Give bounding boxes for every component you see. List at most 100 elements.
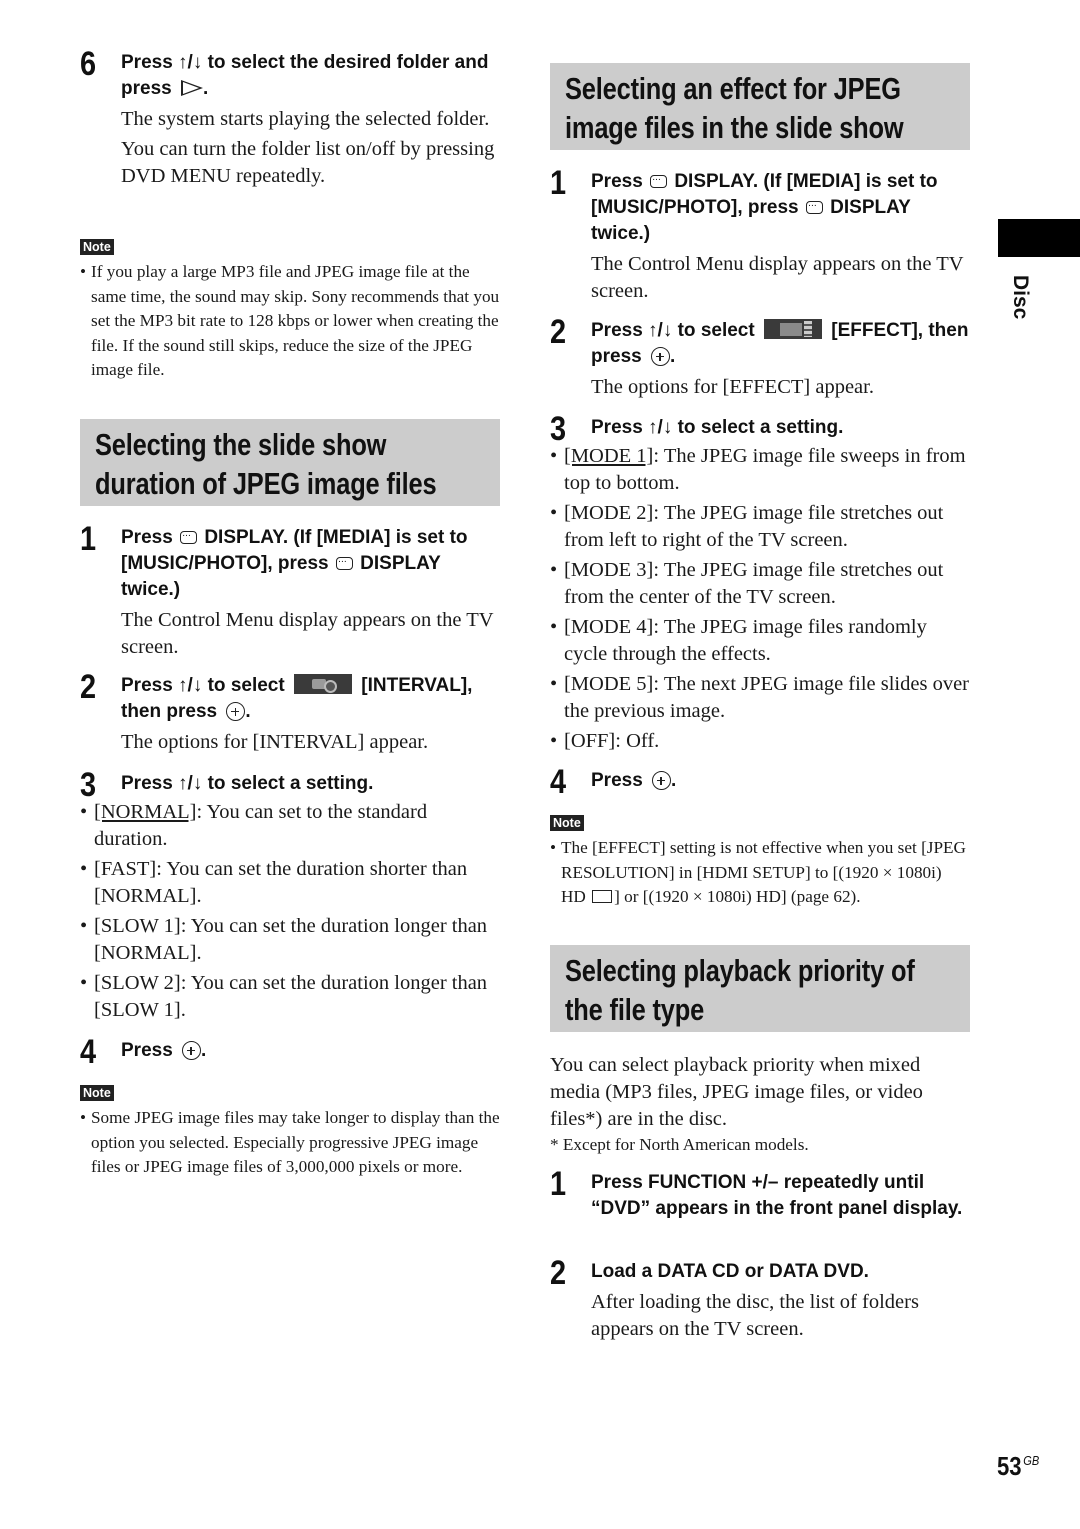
bullet: • — [550, 730, 558, 752]
paragraph: After loading the disc, the list of fold… — [591, 1291, 919, 1340]
step-number: 4 — [550, 763, 567, 801]
display-button-icon — [805, 193, 823, 219]
note-badge: Note — [80, 239, 114, 255]
option-label: [MODE 5] — [564, 673, 654, 695]
step-2: 2 Press ↑/↓ to select [EFFECT], then pre… — [550, 313, 970, 404]
step-title: Press . — [591, 768, 970, 794]
interval-options-list: • [NORMAL]: You can set to the standard d… — [80, 799, 500, 1024]
note-body: If you play a large MP3 file and JPEG im… — [91, 262, 500, 379]
step-body: The options for [EFFECT] appear. — [591, 374, 970, 401]
page-number-value: 53 — [997, 1451, 1022, 1481]
note-text: • Some JPEG image files may take longer t… — [80, 1106, 500, 1180]
text: . — [201, 1040, 207, 1061]
paragraph: The Control Menu display appears on the … — [591, 253, 964, 302]
option-item: • [NORMAL]: You can set to the standard d… — [80, 799, 500, 853]
section-title: Selecting an effect for JPEG image files… — [565, 71, 904, 145]
option-item: • [MODE 4]: The JPEG image files randomly… — [550, 614, 970, 668]
option-item: • [MODE 3]: The JPEG image file stretches… — [550, 557, 970, 611]
option-label: [OFF] — [564, 730, 616, 752]
note-text: • The [EFFECT] setting is not effective w… — [550, 836, 970, 910]
text: Press — [121, 773, 179, 794]
step-number: 2 — [550, 1254, 567, 1292]
text: Press — [591, 171, 649, 192]
bullet: • — [550, 445, 558, 467]
chapter-tab-marker — [998, 219, 1080, 257]
text: . — [669, 346, 676, 367]
option-label: [MODE 2] — [564, 502, 654, 524]
step-title: Press . — [121, 1038, 500, 1064]
up-down-arrow-icon: ↑/↓ — [178, 675, 203, 696]
paragraph: The options for [EFFECT] appear. — [591, 376, 874, 398]
step-2: 2 Load a DATA CD or DATA DVD. After load… — [550, 1254, 970, 1346]
aspect-ratio-box-icon — [592, 890, 613, 903]
option-item: • [FAST]: You can set the duration shorte… — [80, 856, 500, 910]
option-label: [MODE 3] — [564, 559, 654, 581]
bullet: • — [550, 673, 558, 695]
display-button-icon — [650, 167, 668, 193]
option-label-default: [NORMAL] — [94, 801, 197, 823]
step-4: 4 Press . — [80, 1033, 500, 1071]
section-title: Selecting the slide show duration of JPE… — [95, 427, 437, 501]
step-body: The options for [INTERVAL] appear. — [121, 729, 500, 756]
note-text: • If you play a large MP3 file and JPEG i… — [80, 260, 500, 383]
option-item: • [SLOW 2]: You can set the duration long… — [80, 970, 500, 1024]
page-suffix: GB — [1023, 1453, 1040, 1468]
paragraph: You can turn the folder list on/off by p… — [121, 138, 495, 187]
option-item: • [MODE 2]: The JPEG image file stretches… — [550, 500, 970, 554]
step-body: The Control Menu display appears on the … — [591, 251, 970, 305]
step-4: 4 Press . — [550, 763, 970, 801]
section-heading-slide-show-duration: Selecting the slide show duration of JPE… — [80, 419, 500, 506]
bullet: • — [80, 801, 88, 823]
display-button-icon — [180, 523, 198, 549]
text: to select a setting. — [672, 417, 844, 438]
text: . — [245, 701, 251, 722]
bullet: • — [80, 858, 88, 880]
interval-menu-icon — [293, 674, 352, 694]
chapter-label: Disc — [1009, 275, 1032, 320]
step-number: 1 — [80, 520, 97, 558]
section-title: Selecting playback priority of the file … — [565, 953, 915, 1027]
note-1: Note • If you play a large MP3 file and J… — [80, 238, 500, 383]
text: . — [671, 770, 677, 791]
note-body: ] or [(1920 × 1080i) HD] (page 62). — [614, 887, 861, 906]
step-title: Press ↑/↓ to select a setting. — [121, 771, 500, 797]
step-2: 2 Press ↑/↓ to select [INTERVAL], then p… — [80, 668, 500, 759]
step-3: 3 Press ↑/↓ to select a setting. • [NORMA… — [80, 766, 500, 1027]
step-title: Press ↑/↓ to select a setting. — [591, 415, 970, 441]
step-number: 1 — [550, 1165, 567, 1203]
enter-button-icon — [650, 347, 670, 366]
enter-button-icon — [226, 702, 246, 721]
paragraph: The options for [INTERVAL] appear. — [121, 731, 429, 753]
text: Press — [121, 52, 179, 73]
up-down-arrow-icon: ↑/↓ — [178, 52, 203, 73]
page-number: 53 GB — [997, 1451, 1039, 1482]
option-text: : Off. — [615, 730, 660, 752]
step-1: 1 Press DISPLAY. (If [MEDIA] is set to [… — [550, 164, 970, 308]
option-label: [SLOW 2] — [94, 972, 181, 994]
step-1: 1 Press FUNCTION +/– repeatedly until “D… — [550, 1165, 970, 1222]
step-number: 6 — [80, 45, 97, 83]
enter-button-icon — [182, 1041, 202, 1060]
footnote: * Except for North American models. — [550, 1135, 809, 1154]
step-title: Press DISPLAY. (If [MEDIA] is set to [MU… — [591, 167, 970, 247]
option-item: • [MODE 5]: The next JPEG image file slid… — [550, 671, 970, 725]
bullet: • — [80, 972, 88, 994]
step-body: The system starts playing the selected f… — [121, 106, 500, 190]
note-badge: Note — [550, 815, 584, 831]
step-body: The Control Menu display appears on the … — [121, 607, 500, 661]
paragraph: The system starts playing the selected f… — [121, 108, 490, 130]
section-intro: You can select playback priority when mi… — [550, 1052, 970, 1157]
option-label: [FAST] — [94, 858, 157, 880]
step-title: Press ↑/↓ to select [EFFECT], then press… — [591, 318, 970, 370]
section-heading-playback-priority: Selecting playback priority of the file … — [550, 945, 970, 1032]
text: to select a setting. — [202, 773, 374, 794]
step-title: Press ↑/↓ to select [INTERVAL], then pre… — [121, 673, 500, 725]
text: Press — [121, 675, 179, 696]
step-body: After loading the disc, the list of fold… — [591, 1289, 970, 1343]
note-2: Note • Some JPEG image files may take lon… — [80, 1084, 500, 1180]
option-item: • [OFF]: Off. — [550, 728, 970, 755]
text: Press — [121, 1040, 179, 1061]
step-number: 4 — [80, 1033, 97, 1071]
section-heading-effect: Selecting an effect for JPEG image files… — [550, 63, 970, 150]
bullet: • — [80, 1108, 87, 1127]
